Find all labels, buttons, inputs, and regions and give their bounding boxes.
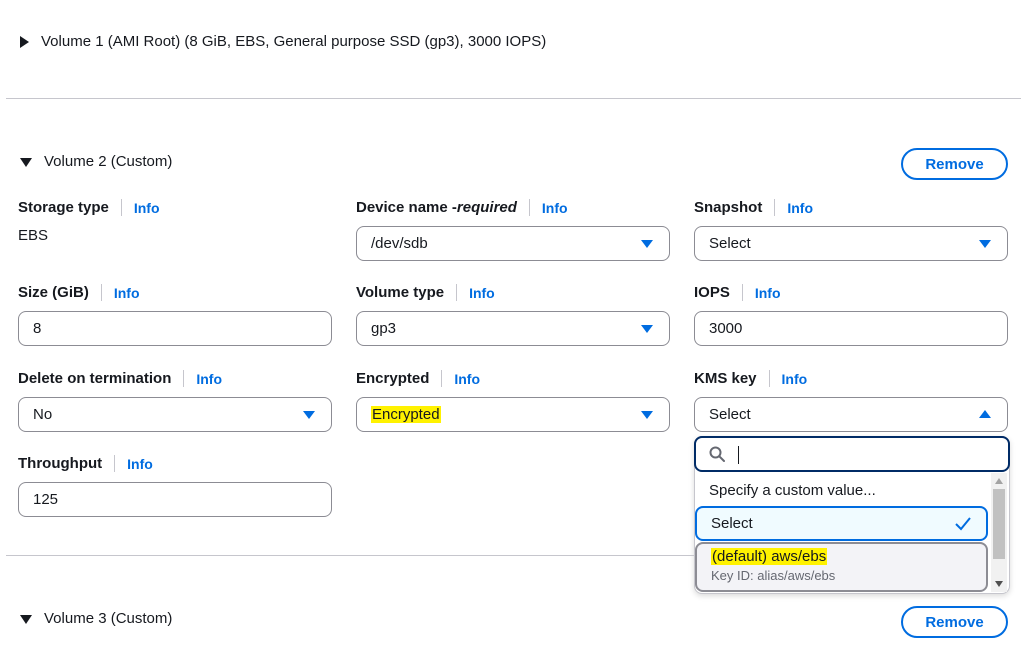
kms-key-select[interactable]: Select [694,397,1008,432]
volume-1-header[interactable]: Volume 1 (AMI Root) (8 GiB, EBS, General… [20,33,546,50]
kms-option-label: Specify a custom value... [709,481,876,499]
device-name-info-link[interactable]: Info [542,200,568,216]
kms-option-label: Select [711,515,753,532]
throughput-label: Throughput Info [18,455,153,472]
kms-option-key-id: Key ID: alias/aws/ebs [711,568,836,583]
caret-down-icon [20,158,32,167]
delete-on-termination-select[interactable]: No [18,397,332,432]
kms-option-label: (default) aws/ebs [711,548,828,565]
iops-info-link[interactable]: Info [755,285,781,301]
storage-type-label: Storage type Info [18,199,160,216]
volume-type-value: gp3 [371,320,397,337]
volume-1-title: Volume 1 (AMI Root) (8 GiB, EBS, General… [41,33,547,50]
volume-2-title: Volume 2 (Custom) [44,153,173,170]
storage-type-value: EBS [18,227,49,244]
size-value: 8 [33,320,42,337]
scroll-up-icon[interactable] [995,478,1003,484]
check-icon [955,517,971,531]
throughput-info-link[interactable]: Info [127,456,153,472]
divider [6,555,694,556]
remove-volume-2-button[interactable]: Remove [901,148,1008,180]
snapshot-select[interactable]: Select [694,226,1008,261]
dropdown-scrollbar[interactable] [991,473,1007,592]
kms-option-default-aws-ebs[interactable]: (default) aws/ebs Key ID: alias/aws/ebs [695,542,988,592]
delete-on-termination-label: Delete on termination Info [18,370,223,387]
size-input[interactable]: 8 [18,311,332,346]
iops-value: 3000 [709,320,743,337]
kms-option-custom[interactable]: Specify a custom value... [695,475,988,505]
delete-on-termination-info-link[interactable]: Info [196,371,222,387]
kms-key-value: Select [709,406,751,423]
size-label: Size (GiB) Info [18,284,140,301]
snapshot-label: Snapshot Info [694,199,813,216]
volume-type-select[interactable]: gp3 [356,311,670,346]
delete-on-termination-value: No [33,406,53,423]
volume-3-title: Volume 3 (Custom) [44,610,173,627]
device-name-select[interactable]: /dev/sdb [356,226,670,261]
triangle-down-icon [979,240,991,248]
search-icon [709,446,725,462]
throughput-input[interactable]: 125 [18,482,332,517]
triangle-down-icon [641,325,653,333]
size-info-link[interactable]: Info [114,285,140,301]
kms-key-search-input[interactable] [694,436,1010,472]
encrypted-value: Encrypted [371,406,441,423]
caret-down-icon [20,615,32,624]
volume-type-info-link[interactable]: Info [469,285,495,301]
device-name-label: Device name - required Info [356,199,568,216]
divider [6,98,1021,99]
triangle-down-icon [641,240,653,248]
snapshot-info-link[interactable]: Info [787,200,813,216]
snapshot-value: Select [709,235,751,252]
iops-input[interactable]: 3000 [694,311,1008,346]
volume-type-label: Volume type Info [356,284,495,301]
kms-option-select[interactable]: Select [695,506,988,541]
kms-key-label: KMS key Info [694,370,808,387]
remove-volume-3-button[interactable]: Remove [901,606,1008,638]
scroll-down-icon[interactable] [995,581,1003,587]
caret-right-icon [20,35,29,48]
volume-3-header[interactable]: Volume 3 (Custom) [20,610,172,627]
encrypted-label: Encrypted Info [356,370,481,387]
triangle-down-icon [641,411,653,419]
kms-key-info-link[interactable]: Info [782,371,808,387]
triangle-up-icon [979,410,991,418]
volume-2-header[interactable]: Volume 2 (Custom) [20,153,172,170]
iops-label: IOPS Info [694,284,781,301]
device-name-value: /dev/sdb [371,235,428,252]
throughput-value: 125 [33,491,59,508]
text-cursor [738,446,739,464]
triangle-down-icon [303,411,315,419]
scroll-thumb[interactable] [993,489,1005,559]
encrypted-info-link[interactable]: Info [454,371,480,387]
encrypted-select[interactable]: Encrypted [356,397,670,432]
storage-type-info-link[interactable]: Info [134,200,160,216]
